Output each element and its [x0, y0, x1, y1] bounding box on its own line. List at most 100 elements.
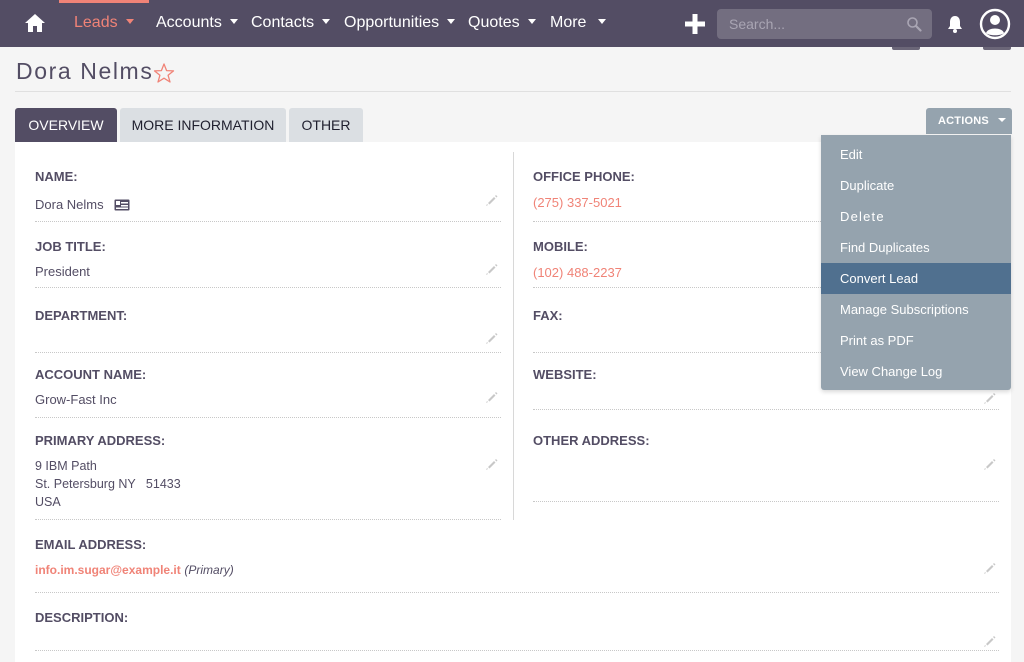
field-label: WEBSITE: [533, 367, 597, 382]
tab-overview[interactable]: OVERVIEW [15, 108, 117, 142]
field-divider [35, 287, 501, 288]
nav-opportunities-label: Opportunities [344, 14, 440, 31]
chevron-down-icon [598, 19, 607, 25]
actions-label: ACTIONS [938, 115, 989, 127]
edit-pencil-icon[interactable] [982, 391, 996, 405]
menu-item-find-duplicates[interactable]: Find Duplicates [821, 232, 1011, 263]
field-label: EMAIL ADDRESS: [35, 537, 147, 552]
edit-pencil-icon[interactable] [982, 457, 996, 471]
field-label: OTHER ADDRESS: [533, 433, 650, 448]
field-label: NAME: [35, 169, 78, 184]
field-label: MOBILE: [533, 239, 588, 254]
nav-tab-stub [892, 47, 920, 50]
menu-item-edit[interactable]: Edit [821, 139, 1011, 170]
field-label: DESCRIPTION: [35, 610, 129, 625]
column-divider [513, 152, 514, 520]
top-navigation: Leads Accounts Contacts Opportunities Qu… [0, 0, 1024, 47]
search-input[interactable] [717, 9, 902, 39]
menu-item-duplicate[interactable]: Duplicate [821, 170, 1011, 201]
edit-pencil-icon[interactable] [982, 634, 996, 648]
nav-opportunities[interactable]: Opportunities [344, 14, 456, 32]
field-name: NAME: Dora Nelms [35, 169, 501, 225]
chevron-down-icon [447, 19, 456, 25]
field-label: DEPARTMENT: [35, 308, 128, 323]
field-other-address: OTHER ADDRESS: [533, 433, 999, 505]
address-line-1: 9 IBM Path [35, 459, 97, 473]
nav-quotes[interactable]: Quotes [468, 14, 536, 32]
name-value: Dora Nelms [35, 197, 104, 212]
email-link[interactable]: info.im.sugar@example.it [35, 563, 181, 577]
user-icon[interactable] [979, 8, 1011, 40]
home-icon[interactable] [24, 13, 46, 33]
field-divider [533, 409, 999, 410]
address-line-3: USA [35, 495, 61, 509]
nav-contacts-label: Contacts [251, 14, 315, 31]
edit-pencil-icon[interactable] [484, 390, 498, 404]
field-label: PRIMARY ADDRESS: [35, 433, 166, 448]
address-line-2: St. Petersburg NY 51433 [35, 477, 181, 491]
edit-pencil-icon[interactable] [484, 457, 498, 471]
page-title: Dora Nelms [16, 58, 154, 84]
menu-item-manage-subscriptions[interactable]: Manage Subscriptions [821, 294, 1011, 325]
field-divider [35, 519, 501, 520]
chevron-down-icon [229, 19, 238, 25]
field-primary-address: PRIMARY ADDRESS: 9 IBM Path St. Petersbu… [35, 433, 501, 523]
field-divider [533, 501, 999, 502]
field-value: info.im.sugar@example.it (Primary) [35, 561, 234, 579]
field-divider [35, 592, 999, 593]
chevron-down-icon [997, 118, 1006, 123]
nav-contacts[interactable]: Contacts [251, 14, 331, 32]
field-divider [35, 221, 501, 222]
favorite-star-icon[interactable] [152, 62, 176, 84]
tab-other[interactable]: OTHER [289, 108, 363, 142]
bell-icon[interactable] [945, 14, 965, 34]
nav-leads-label: Leads [74, 14, 118, 31]
field-description: DESCRIPTION: [35, 610, 999, 662]
menu-item-delete[interactable]: Delete [821, 201, 1011, 232]
search-icon[interactable] [906, 16, 922, 32]
edit-pencil-icon[interactable] [982, 561, 996, 575]
nav-quotes-label: Quotes [468, 14, 520, 31]
menu-item-convert-lead[interactable]: Convert Lead [821, 263, 1011, 294]
field-account-name: ACCOUNT NAME: Grow-Fast Inc [35, 367, 501, 423]
field-label: JOB TITLE: [35, 239, 106, 254]
nav-more-label: More [550, 14, 587, 31]
field-divider [35, 650, 999, 651]
plus-icon[interactable] [684, 13, 706, 35]
field-email-address: EMAIL ADDRESS: info.im.sugar@example.it … [35, 537, 999, 595]
field-job-title: JOB TITLE: President [35, 239, 501, 291]
global-search [717, 9, 932, 39]
field-label: ACCOUNT NAME: [35, 367, 147, 382]
edit-pencil-icon[interactable] [484, 193, 498, 207]
tab-more-information[interactable]: MORE INFORMATION [120, 108, 286, 142]
vcard-icon[interactable] [114, 199, 130, 211]
field-value: Dora Nelms [35, 196, 130, 214]
nav-leads[interactable]: Leads [74, 14, 134, 32]
field-value: Grow-Fast Inc [35, 392, 117, 407]
edit-pencil-icon[interactable] [484, 331, 498, 345]
page-gutter [1011, 142, 1024, 662]
field-label: OFFICE PHONE: [533, 169, 635, 184]
chevron-down-icon [322, 19, 331, 25]
chevron-down-icon [125, 19, 134, 25]
field-divider [35, 352, 501, 353]
office-phone-link[interactable]: (275) 337-5021 [533, 194, 622, 212]
nav-more[interactable]: More [550, 14, 607, 32]
menu-item-view-change-log[interactable]: View Change Log [821, 356, 1011, 387]
active-module-indicator [59, 0, 149, 3]
nav-tab-stub [983, 47, 1011, 50]
email-primary-tag: (Primary) [184, 563, 234, 577]
menu-item-print-as-pdf[interactable]: Print as PDF [821, 325, 1011, 356]
field-department: DEPARTMENT: [35, 308, 501, 356]
field-value: President [35, 264, 90, 279]
nav-accounts-label: Accounts [156, 14, 222, 31]
field-label: FAX: [533, 308, 563, 323]
title-divider [15, 91, 1011, 92]
actions-menu: Edit Duplicate Delete Find Duplicates Co… [821, 135, 1011, 390]
chevron-down-icon [527, 19, 536, 25]
actions-button[interactable]: ACTIONS [926, 108, 1012, 134]
field-divider [35, 417, 501, 418]
mobile-phone-link[interactable]: (102) 488-2237 [533, 264, 622, 282]
edit-pencil-icon[interactable] [484, 262, 498, 276]
nav-accounts[interactable]: Accounts [156, 14, 238, 32]
